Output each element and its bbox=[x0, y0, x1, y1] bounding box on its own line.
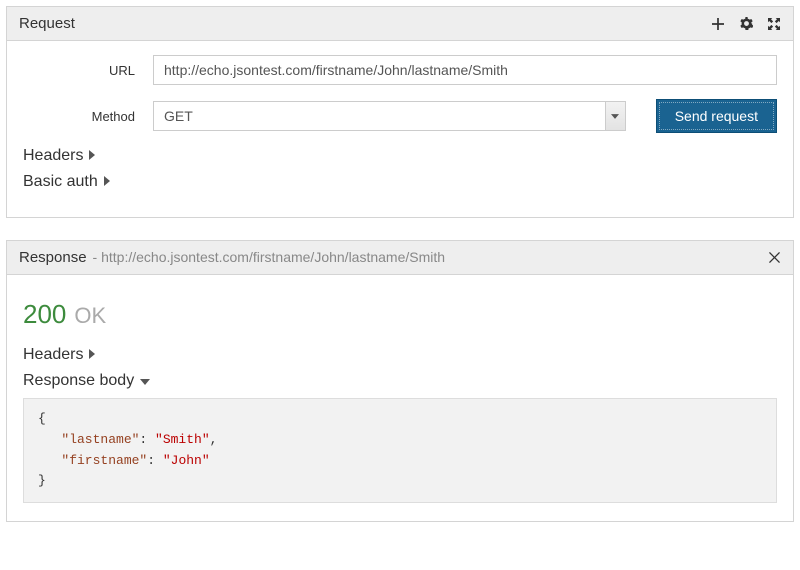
url-row: URL bbox=[23, 55, 777, 85]
response-panel-header: Response - http://echo.jsontest.com/firs… bbox=[7, 241, 793, 275]
chevron-right-icon bbox=[104, 173, 110, 191]
gear-icon[interactable] bbox=[739, 17, 753, 31]
chevron-down-icon bbox=[140, 372, 150, 390]
response-body-label: Response body bbox=[23, 372, 134, 390]
headers-label: Headers bbox=[23, 147, 83, 165]
request-panel-header: Request bbox=[7, 7, 793, 41]
response-panel-body: 200 OK Headers Response body { "lastname… bbox=[7, 275, 793, 521]
response-status: 200 OK bbox=[23, 299, 777, 330]
response-body-code: { "lastname": "Smith", "firstname": "Joh… bbox=[23, 398, 777, 503]
response-body-toggle[interactable]: Response body bbox=[23, 372, 777, 390]
status-text: OK bbox=[74, 303, 106, 329]
close-icon[interactable] bbox=[767, 251, 781, 265]
method-row: Method GET Send request bbox=[23, 99, 777, 133]
method-label: Method bbox=[23, 109, 153, 124]
request-panel: Request URL Method GET bbox=[6, 6, 794, 218]
url-input[interactable] bbox=[153, 55, 777, 85]
response-panel: Response - http://echo.jsontest.com/firs… bbox=[6, 240, 794, 522]
send-request-button[interactable]: Send request bbox=[656, 99, 777, 133]
status-code: 200 bbox=[23, 299, 66, 330]
request-title: Request bbox=[19, 15, 75, 32]
basic-auth-label: Basic auth bbox=[23, 173, 98, 191]
chevron-right-icon bbox=[89, 147, 95, 165]
method-select[interactable]: GET bbox=[153, 101, 626, 131]
url-label: URL bbox=[23, 63, 153, 78]
request-panel-body: URL Method GET Send request Headers bbox=[7, 41, 793, 217]
response-title: Response bbox=[19, 249, 87, 266]
expand-icon[interactable] bbox=[767, 17, 781, 31]
response-header-actions bbox=[767, 251, 781, 265]
plus-icon[interactable] bbox=[711, 17, 725, 31]
request-header-actions bbox=[711, 17, 781, 31]
response-headers-toggle[interactable]: Headers bbox=[23, 346, 777, 364]
chevron-right-icon bbox=[89, 346, 95, 364]
basic-auth-toggle[interactable]: Basic auth bbox=[23, 173, 777, 191]
response-url: - http://echo.jsontest.com/firstname/Joh… bbox=[93, 249, 446, 265]
response-headers-label: Headers bbox=[23, 346, 83, 364]
headers-toggle[interactable]: Headers bbox=[23, 147, 777, 165]
